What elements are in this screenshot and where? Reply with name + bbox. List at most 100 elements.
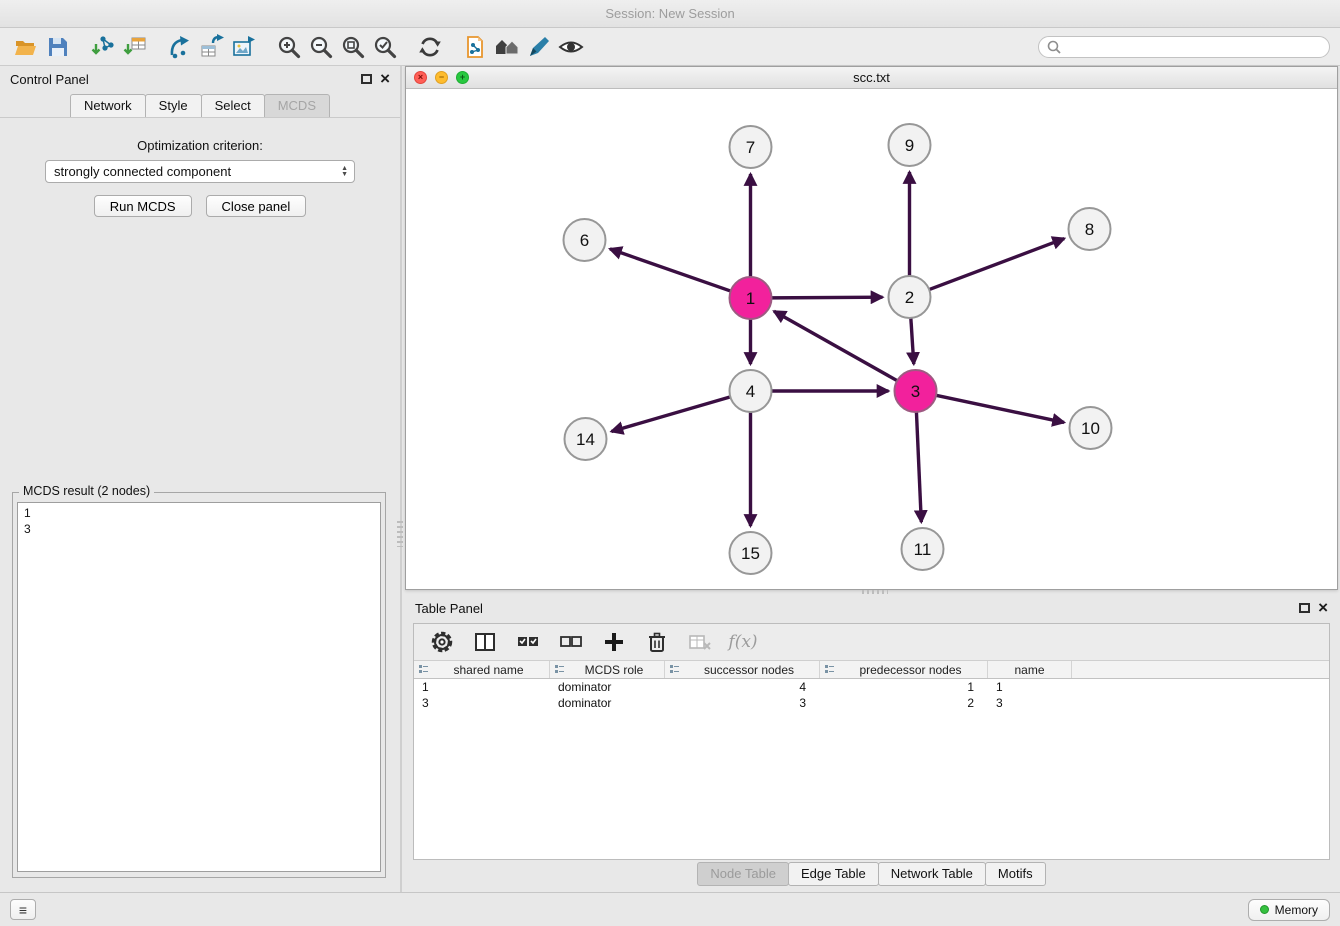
refresh-view-button[interactable] bbox=[414, 31, 446, 63]
cell-successor-nodes[interactable]: 3 bbox=[665, 696, 820, 710]
graph-node-4[interactable]: 4 bbox=[730, 370, 772, 412]
cell-name[interactable]: 3 bbox=[988, 696, 1072, 710]
save-session-button[interactable] bbox=[42, 31, 74, 63]
close-table-panel-icon[interactable] bbox=[1318, 601, 1328, 615]
import-network-icon bbox=[90, 34, 116, 60]
graph-edge-3-1[interactable] bbox=[774, 311, 897, 380]
cell-shared-name[interactable]: 1 bbox=[414, 680, 550, 694]
tab-edge-table[interactable]: Edge Table bbox=[788, 862, 879, 886]
float-panel-icon[interactable] bbox=[361, 74, 372, 84]
trash-icon bbox=[645, 630, 669, 654]
float-table-panel-icon[interactable] bbox=[1299, 603, 1310, 613]
task-history-button[interactable] bbox=[10, 899, 36, 920]
table-row[interactable]: 3 dominator 3 2 3 bbox=[414, 695, 1329, 711]
graph-edge-2-3[interactable] bbox=[911, 318, 914, 364]
cell-name[interactable]: 1 bbox=[988, 680, 1072, 694]
apply-style-button[interactable] bbox=[523, 31, 555, 63]
graph-node-7[interactable]: 7 bbox=[730, 126, 772, 168]
mcds-result-list[interactable]: 1 3 bbox=[17, 502, 381, 872]
graph-node-1[interactable]: 1 bbox=[730, 277, 772, 319]
column-header-mcds-role[interactable]: MCDS role bbox=[550, 661, 665, 678]
table-body[interactable]: 1 dominator 4 1 1 3 dominator 3 2 3 bbox=[414, 679, 1329, 859]
horizontal-splitter-handle[interactable] bbox=[862, 590, 888, 594]
new-table-button[interactable] bbox=[196, 31, 228, 63]
graph-edge-1-6[interactable] bbox=[610, 249, 731, 291]
graph-node-8[interactable]: 8 bbox=[1069, 208, 1111, 250]
open-file-button[interactable] bbox=[10, 31, 42, 63]
column-header-predecessor-nodes[interactable]: predecessor nodes bbox=[820, 661, 988, 678]
network-view-window: × − + scc.txt 7968124314101511 bbox=[405, 66, 1338, 590]
delete-column-button[interactable] bbox=[643, 628, 671, 656]
delete-table-button[interactable] bbox=[686, 628, 714, 656]
graph-edge-2-8[interactable] bbox=[929, 239, 1064, 290]
clone-network-button[interactable] bbox=[459, 31, 491, 63]
function-builder-button[interactable]: f(x) bbox=[729, 628, 757, 656]
cell-predecessor-nodes[interactable]: 2 bbox=[820, 696, 988, 710]
tab-select[interactable]: Select bbox=[201, 94, 265, 118]
zoom-window-button[interactable]: + bbox=[456, 71, 469, 84]
window-title: Session: New Session bbox=[605, 6, 734, 21]
graph-node-6[interactable]: 6 bbox=[564, 219, 606, 261]
column-header-name[interactable]: name bbox=[988, 661, 1072, 678]
table-panel: Table Panel bbox=[405, 595, 1338, 888]
cell-mcds-role[interactable]: dominator bbox=[550, 696, 665, 710]
graph-node-9[interactable]: 9 bbox=[889, 124, 931, 166]
import-table-button[interactable] bbox=[119, 31, 151, 63]
cell-predecessor-nodes[interactable]: 1 bbox=[820, 680, 988, 694]
export-image-button[interactable] bbox=[228, 31, 260, 63]
network-graph-svg[interactable]: 7 9 6 8 1 2 4 3 14 10 15 11 bbox=[406, 89, 1337, 589]
checked-boxes-icon bbox=[516, 630, 540, 654]
show-column-panel-button[interactable] bbox=[471, 628, 499, 656]
minimize-window-button[interactable]: − bbox=[435, 71, 448, 84]
zoom-selected-button[interactable] bbox=[369, 31, 401, 63]
close-window-button[interactable]: × bbox=[414, 71, 427, 84]
column-header-shared-name[interactable]: shared name bbox=[414, 661, 550, 678]
table-row[interactable]: 1 dominator 4 1 1 bbox=[414, 679, 1329, 695]
mcds-result-item: 1 bbox=[24, 505, 374, 521]
tab-network-table[interactable]: Network Table bbox=[878, 862, 986, 886]
graph-edge-3-10[interactable] bbox=[936, 395, 1064, 422]
run-mcds-button[interactable]: Run MCDS bbox=[94, 195, 192, 217]
unselect-all-columns-button[interactable] bbox=[557, 628, 585, 656]
zoom-out-button[interactable] bbox=[305, 31, 337, 63]
graph-node-3[interactable]: 3 bbox=[895, 370, 937, 412]
cell-successor-nodes[interactable]: 4 bbox=[665, 680, 820, 694]
image-export-icon bbox=[231, 34, 257, 60]
graph-edge-4-14[interactable] bbox=[611, 397, 730, 432]
graph-node-15[interactable]: 15 bbox=[730, 532, 772, 574]
tab-style[interactable]: Style bbox=[145, 94, 202, 118]
graph-edge-3-11[interactable] bbox=[916, 412, 921, 522]
zoom-in-button[interactable] bbox=[273, 31, 305, 63]
tab-network[interactable]: Network bbox=[70, 94, 146, 118]
graph-node-10[interactable]: 10 bbox=[1070, 407, 1112, 449]
close-panel-icon[interactable] bbox=[380, 72, 390, 86]
column-sort-icon bbox=[824, 664, 835, 675]
import-network-button[interactable] bbox=[87, 31, 119, 63]
search-box[interactable] bbox=[1038, 36, 1330, 58]
mcds-result-box: MCDS result (2 nodes) 1 3 bbox=[12, 492, 386, 878]
graph-node-14[interactable]: 14 bbox=[565, 418, 607, 460]
graph-edge-1-2[interactable] bbox=[771, 297, 882, 298]
svg-text:1: 1 bbox=[746, 289, 755, 308]
criterion-dropdown[interactable]: strongly connected component bbox=[45, 160, 355, 183]
cell-mcds-role[interactable]: dominator bbox=[550, 680, 665, 694]
new-network-button[interactable] bbox=[164, 31, 196, 63]
memory-button[interactable]: Memory bbox=[1248, 899, 1330, 921]
graph-node-11[interactable]: 11 bbox=[902, 528, 944, 570]
column-header-successor-nodes[interactable]: successor nodes bbox=[665, 661, 820, 678]
graph-node-2[interactable]: 2 bbox=[889, 276, 931, 318]
close-panel-button[interactable]: Close panel bbox=[206, 195, 307, 217]
home-button[interactable] bbox=[491, 31, 523, 63]
tab-mcds[interactable]: MCDS bbox=[264, 94, 330, 118]
create-column-button[interactable] bbox=[600, 628, 628, 656]
search-input[interactable] bbox=[1066, 40, 1321, 54]
graphics-details-button[interactable] bbox=[555, 31, 587, 63]
zoom-fit-button[interactable] bbox=[337, 31, 369, 63]
tab-node-table[interactable]: Node Table bbox=[697, 862, 789, 886]
tab-motifs[interactable]: Motifs bbox=[985, 862, 1046, 886]
cell-shared-name[interactable]: 3 bbox=[414, 696, 550, 710]
network-canvas[interactable]: 7 9 6 8 1 2 4 3 14 10 15 11 bbox=[406, 89, 1337, 589]
svg-text:15: 15 bbox=[741, 544, 760, 563]
table-options-button[interactable] bbox=[428, 628, 456, 656]
select-all-columns-button[interactable] bbox=[514, 628, 542, 656]
